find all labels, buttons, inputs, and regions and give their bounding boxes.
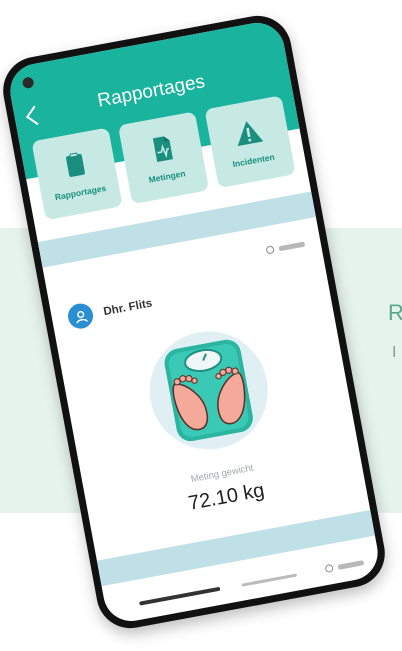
time-placeholder-bar — [278, 241, 306, 251]
entry-user[interactable]: Dhr. Flits — [124, 607, 213, 626]
background-subtext-fragment: I — [392, 344, 397, 361]
chart-document-icon — [152, 136, 173, 163]
clock-icon — [324, 563, 334, 574]
time-indicator — [265, 240, 306, 255]
user-icon — [75, 310, 88, 324]
tile-incidenten[interactable]: Incidenten — [204, 95, 296, 189]
phone-mockup: Rapportages Rapportages Metingen Inciden… — [0, 10, 391, 634]
tile-label: Metingen — [147, 168, 187, 185]
time-placeholder-bar — [337, 559, 365, 570]
warning-icon — [237, 121, 264, 147]
user-icon — [131, 625, 147, 626]
tile-metingen[interactable]: Metingen — [117, 111, 210, 205]
user-name: Dhr. Flits — [102, 296, 154, 318]
tile-rapportages[interactable]: Rapportages — [31, 127, 123, 221]
user-name: Dhr. Flits — [161, 613, 212, 626]
avatar — [124, 618, 154, 626]
tile-label: Incidenten — [231, 151, 276, 170]
tile-label: Rapportages — [54, 182, 107, 203]
nav-indicator — [241, 573, 298, 587]
background-heading-fragment: R — [388, 300, 402, 325]
weighing-scale-icon — [149, 331, 268, 450]
entry-user[interactable]: Dhr. Flits — [65, 291, 154, 331]
time-indicator — [324, 558, 365, 574]
avatar — [65, 301, 96, 331]
clipboard-icon — [66, 152, 85, 177]
phone-screen: Rapportages Rapportages Metingen Inciden… — [5, 18, 383, 626]
clock-icon — [265, 245, 275, 255]
